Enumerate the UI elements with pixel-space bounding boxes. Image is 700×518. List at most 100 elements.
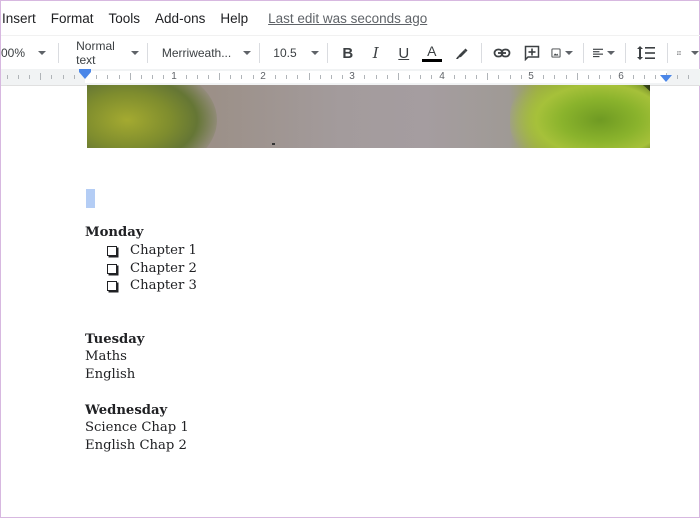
ruler-tick xyxy=(297,75,298,79)
menu-add-ons[interactable]: Add-ons xyxy=(155,11,213,26)
ruler-tick xyxy=(387,75,388,79)
ruler-tick xyxy=(141,75,142,79)
ruler-tick xyxy=(566,75,567,79)
font-family-value: Merriweath... xyxy=(161,46,232,60)
menu-help[interactable]: Help xyxy=(220,11,256,26)
ruler-tick xyxy=(342,75,343,79)
ruler-tick xyxy=(543,75,544,79)
ruler-tick xyxy=(376,75,377,79)
checklist-item[interactable]: Chapter 3 xyxy=(107,277,197,295)
text-line: Science Chap 1 xyxy=(85,420,189,435)
ruler-tick xyxy=(610,75,611,79)
font-family-select[interactable]: Merriweath... xyxy=(161,40,252,66)
ruler-tick xyxy=(409,75,410,79)
ruler-number: 3 xyxy=(349,71,355,82)
ruler-tick xyxy=(130,73,131,80)
checkbox-icon[interactable] xyxy=(107,264,117,274)
italic-icon: I xyxy=(372,44,379,62)
checklist-item[interactable]: Chapter 2 xyxy=(107,260,197,278)
text-color-swatch xyxy=(421,59,442,62)
ruler-tick xyxy=(677,75,678,79)
ruler-tick xyxy=(208,75,209,79)
checkbox-icon[interactable] xyxy=(107,281,117,291)
last-edit-link[interactable]: Last edit was seconds ago xyxy=(268,11,427,26)
menu-format[interactable]: Format xyxy=(51,11,102,26)
ruler-tick xyxy=(241,75,242,79)
chevron-down-icon xyxy=(310,51,319,55)
ruler-tick xyxy=(309,73,310,80)
text-color-icon: A xyxy=(427,43,437,59)
right-indent-marker[interactable] xyxy=(660,75,672,82)
numbered-list-button[interactable] xyxy=(677,40,700,66)
chevron-down-icon xyxy=(243,51,252,55)
font-size-select[interactable]: 10.5 xyxy=(273,40,319,66)
numbered-list-icon xyxy=(677,51,682,55)
chevron-down-icon xyxy=(606,51,615,55)
zoom-value: 00% xyxy=(1,46,26,60)
header-image[interactable] xyxy=(87,85,650,148)
highlight-color-button[interactable] xyxy=(451,40,473,66)
ruler-tick xyxy=(633,75,634,79)
insert-image-button[interactable] xyxy=(551,40,573,66)
menu-insert[interactable]: Insert xyxy=(1,11,44,26)
align-button[interactable] xyxy=(592,40,615,66)
ruler-tick xyxy=(253,75,254,79)
ruler-tick xyxy=(420,75,421,79)
ruler-tick xyxy=(18,75,19,79)
ruler-tick xyxy=(197,75,198,79)
chevron-down-icon xyxy=(691,51,700,55)
ruler-number: 4 xyxy=(439,71,445,82)
chevron-down-icon xyxy=(564,51,573,55)
align-left-icon xyxy=(592,48,603,58)
ruler-tick xyxy=(454,75,455,79)
menu-tools[interactable]: Tools xyxy=(109,11,149,26)
insert-comment-button[interactable] xyxy=(521,40,543,66)
ruler-tick xyxy=(163,75,164,79)
ruler-tick xyxy=(554,75,555,79)
section-heading: Wednesday xyxy=(85,403,168,418)
highlighter-icon xyxy=(455,48,468,59)
underline-button[interactable]: U xyxy=(393,40,415,66)
ruler[interactable]: 1 2 3 4 5 6 xyxy=(1,69,700,86)
section-heading: Tuesday xyxy=(85,332,145,347)
left-indent-marker[interactable] xyxy=(79,69,91,79)
text-color-button[interactable]: A xyxy=(421,40,443,66)
line-spacing-icon xyxy=(636,46,655,60)
ruler-tick xyxy=(398,73,399,80)
font-size-value: 10.5 xyxy=(273,46,297,60)
ruler-tick xyxy=(275,75,276,79)
checklist-item[interactable]: Chapter 1 xyxy=(107,242,197,260)
ruler-tick xyxy=(577,73,578,80)
bold-button[interactable]: B xyxy=(337,40,359,66)
ruler-tick xyxy=(119,75,120,79)
line-spacing-button[interactable] xyxy=(635,40,657,66)
menu-bar: Insert Format Tools Add-ons Help Last ed… xyxy=(1,1,700,35)
text-line: English Chap 2 xyxy=(85,438,187,453)
ruler-tick xyxy=(331,75,332,79)
ruler-number: 2 xyxy=(260,71,266,82)
ruler-tick xyxy=(510,75,511,79)
checklist-item-label: Chapter 3 xyxy=(130,278,197,293)
zoom-select[interactable]: 00% xyxy=(1,40,47,66)
checkbox-icon[interactable] xyxy=(107,246,117,256)
ruler-tick xyxy=(107,75,108,79)
ruler-tick xyxy=(7,75,8,79)
chevron-down-icon xyxy=(38,51,47,55)
text-selection xyxy=(86,189,95,208)
ruler-tick xyxy=(29,75,30,79)
italic-button[interactable]: I xyxy=(365,40,387,66)
toolbar: 00% Normal text Merriweath... 10.5 B I U… xyxy=(1,35,700,70)
ruler-tick xyxy=(230,75,231,79)
ruler-tick xyxy=(655,75,656,79)
insert-link-button[interactable] xyxy=(491,40,513,66)
ruler-tick xyxy=(599,75,600,79)
ruler-tick xyxy=(688,75,689,79)
ruler-tick xyxy=(96,75,97,79)
ruler-tick xyxy=(498,75,499,79)
text-line: Maths xyxy=(85,349,127,364)
paragraph-style-value: Normal text xyxy=(76,39,115,67)
paragraph-style-select[interactable]: Normal text xyxy=(76,39,139,67)
checklist-item-label: Chapter 1 xyxy=(130,243,197,258)
ruler-tick xyxy=(465,75,466,79)
ruler-tick xyxy=(644,75,645,79)
